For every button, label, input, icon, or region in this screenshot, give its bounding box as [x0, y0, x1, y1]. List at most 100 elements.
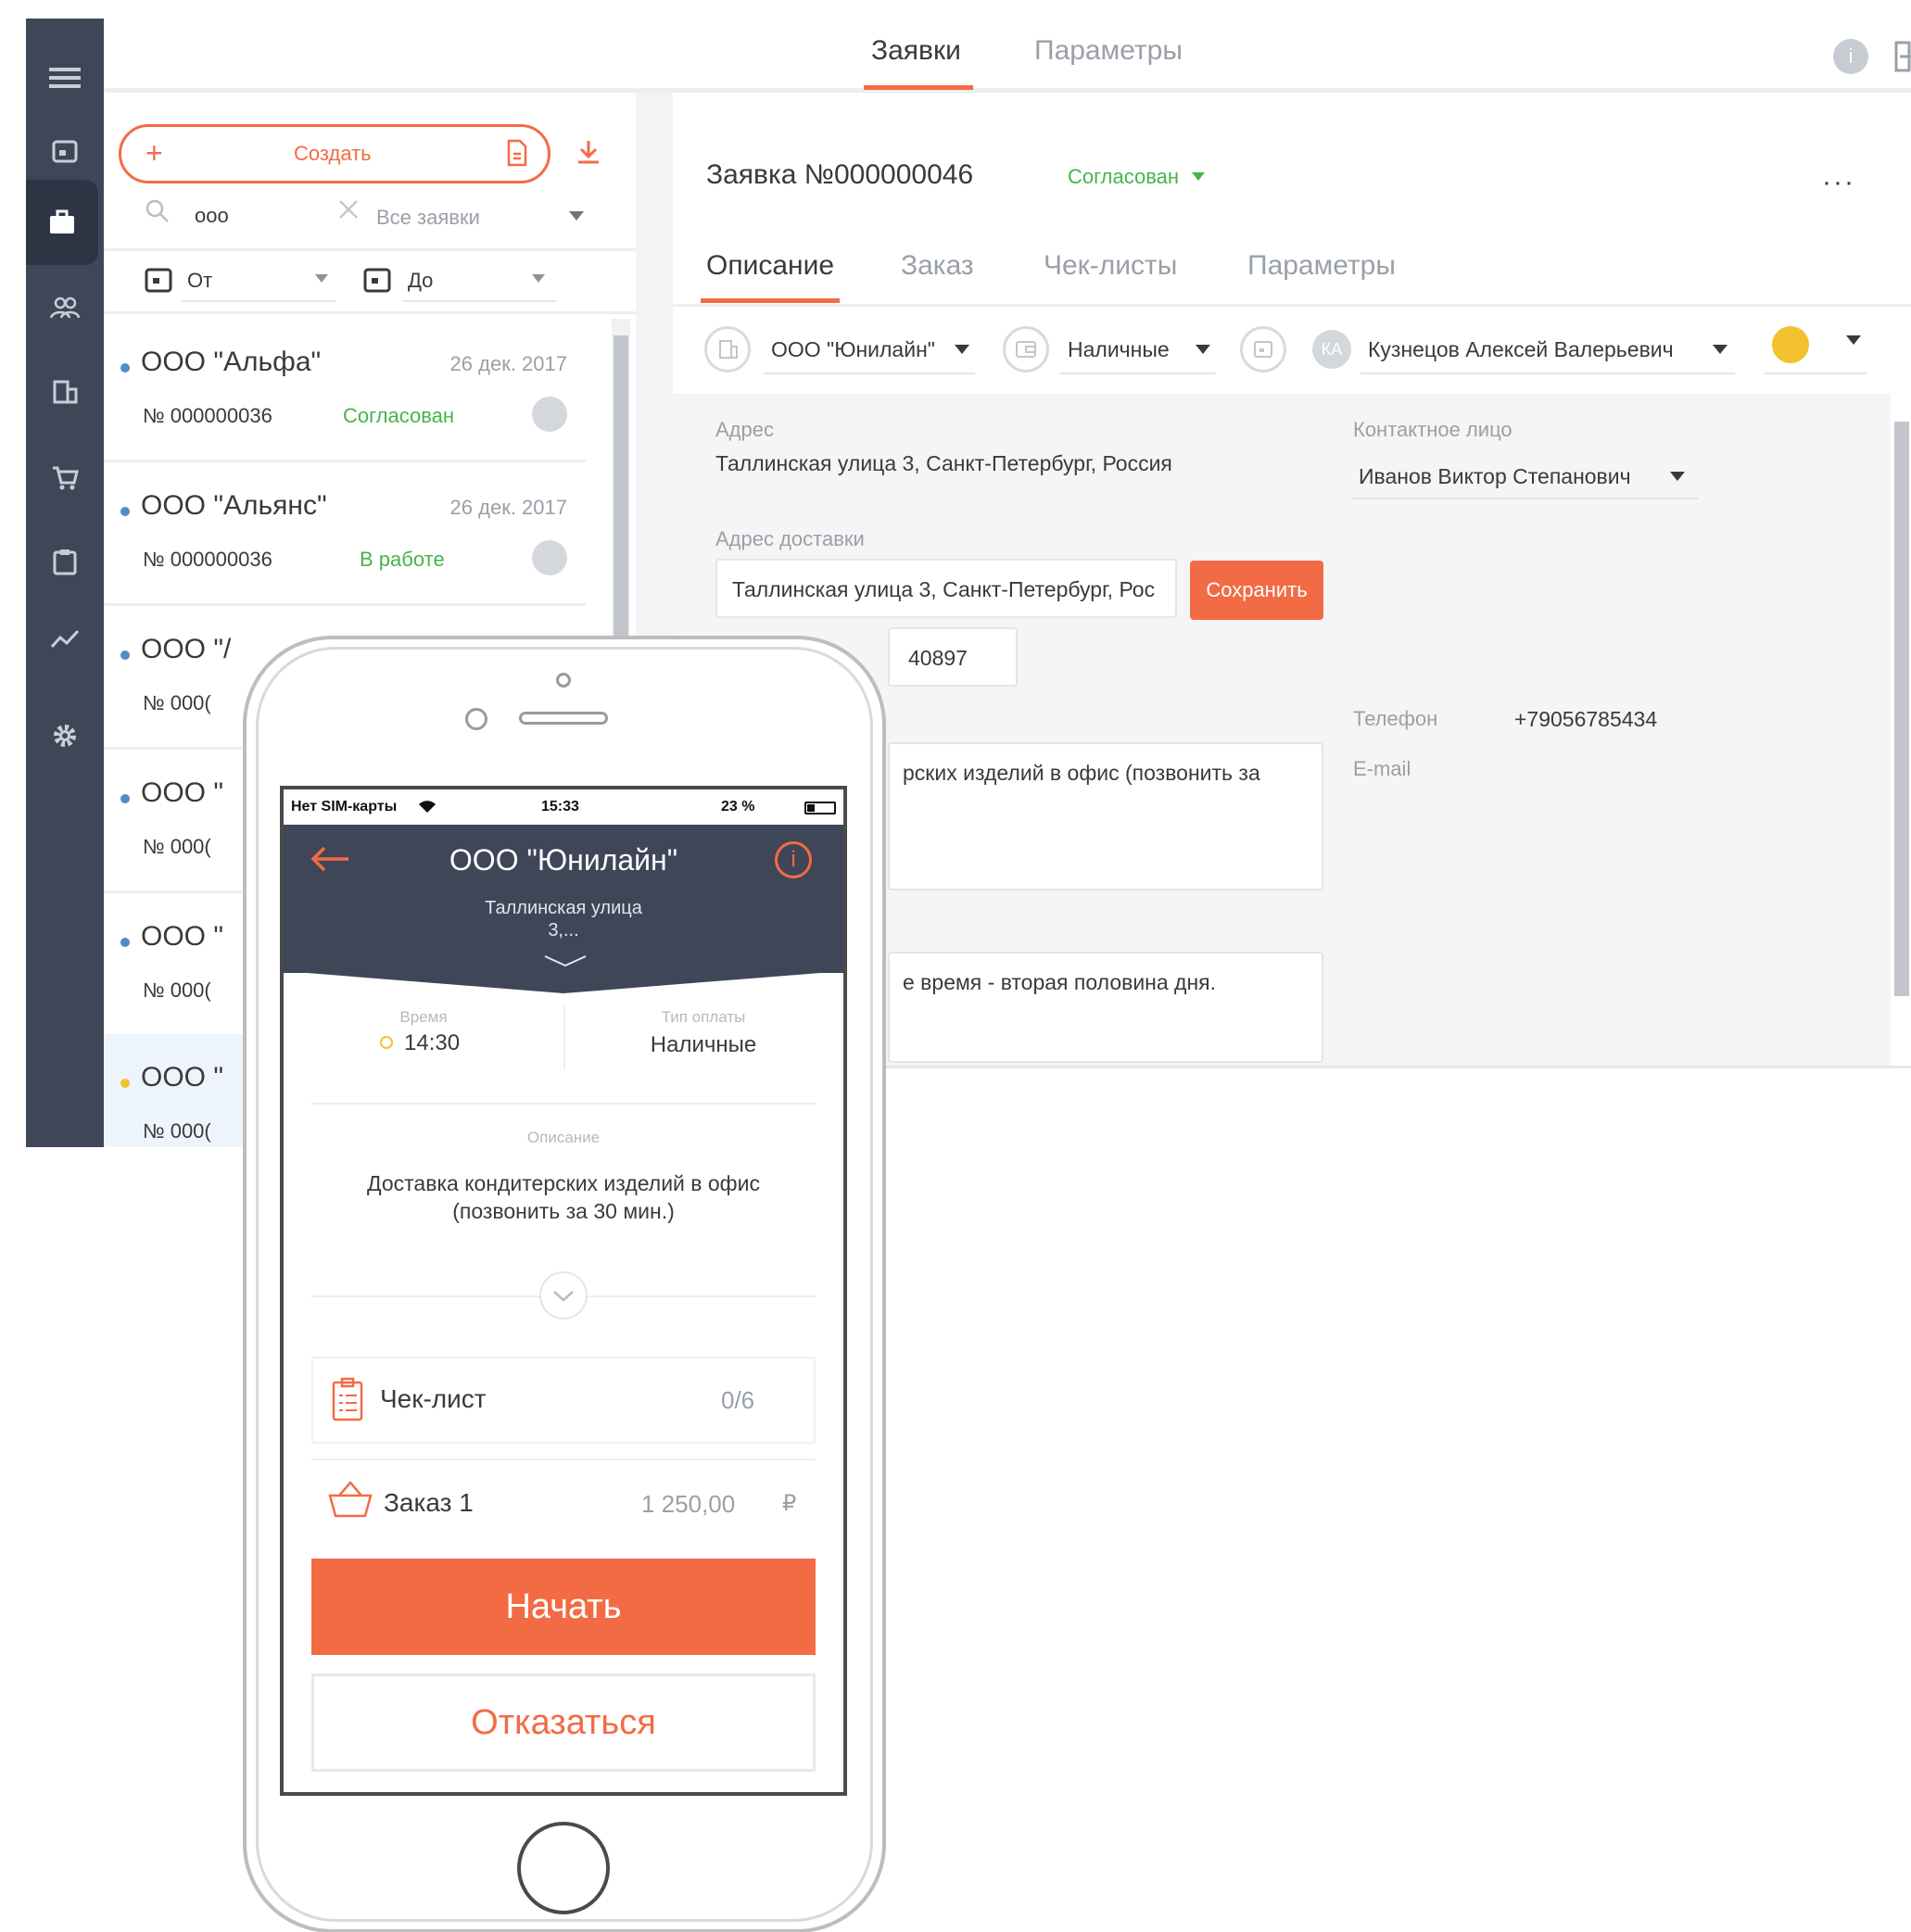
chevron-down-icon[interactable] — [1196, 345, 1210, 354]
tab-description[interactable]: Описание — [706, 250, 834, 282]
status-dot — [120, 1079, 130, 1088]
info-icon[interactable]: i — [775, 841, 812, 878]
calendar-from-icon[interactable] — [145, 265, 172, 293]
status-dot — [120, 507, 130, 516]
detail-scrollbar[interactable] — [1892, 394, 1911, 1066]
tab-checklists[interactable]: Чек-листы — [1044, 250, 1177, 282]
more-icon[interactable]: ··· — [1822, 167, 1855, 198]
calendar-icon[interactable] — [1240, 326, 1286, 373]
tab-parameters[interactable]: Параметры — [1247, 250, 1396, 282]
description-textarea[interactable]: рских изделий в офис (позвонить за — [888, 742, 1323, 890]
delivery-label: Адрес доставки — [715, 527, 865, 550]
building-icon[interactable] — [26, 358, 104, 424]
chevron-down-icon[interactable] — [569, 211, 584, 221]
filter-select[interactable]: Все заявки — [376, 206, 480, 230]
briefcase-icon[interactable] — [26, 180, 98, 265]
phone-title: ООО "Юнилайн" — [449, 843, 678, 877]
plus-icon: + — [146, 136, 163, 170]
item-number: № 000( — [143, 979, 211, 1002]
comment-textarea[interactable]: е время - вторая половина дня. — [888, 952, 1323, 1063]
chart-icon[interactable] — [26, 606, 104, 673]
chevron-down-icon[interactable] — [955, 345, 969, 354]
battery-icon — [804, 802, 836, 814]
scroll-thumb[interactable] — [1894, 422, 1909, 996]
status-dot — [120, 938, 130, 947]
menu-icon[interactable] — [26, 44, 104, 111]
wifi-icon — [419, 801, 436, 813]
create-button[interactable]: + Создать — [119, 124, 551, 183]
avatar — [532, 397, 567, 432]
item-status: В работе — [360, 548, 445, 571]
tab-parameters[interactable]: Параметры — [1034, 35, 1183, 67]
status-dot — [120, 363, 130, 373]
delivery-address-input[interactable]: Таллинская улица 3, Санкт-Петербург, Рос — [715, 559, 1177, 618]
assignee-select[interactable]: Кузнецов Алексей Валерьевич — [1368, 337, 1674, 362]
clock-dot-icon — [380, 1036, 393, 1049]
item-name: ООО "/ — [141, 634, 232, 664]
expand-button[interactable] — [539, 1271, 588, 1320]
number-input[interactable]: 40897 — [888, 627, 1018, 687]
chevron-down-icon[interactable] — [1670, 472, 1685, 481]
list-item[interactable]: ООО "Альфа" 26 дек. 2017 № 000000036 Сог… — [104, 319, 586, 462]
search-input[interactable]: ооо — [195, 204, 229, 228]
order-label: Заказ 1 — [384, 1488, 474, 1517]
chevron-down-icon[interactable] — [1713, 345, 1727, 354]
item-number: № 000( — [143, 691, 211, 714]
contact-select[interactable]: Иванов Виктор Степанович — [1359, 464, 1631, 489]
select-underline — [764, 373, 975, 374]
description-value: Доставка кондитерских изделий в офис (по… — [367, 1171, 760, 1223]
item-number: № 000( — [143, 1119, 211, 1143]
users-icon[interactable] — [26, 274, 104, 341]
email-label: E-mail — [1353, 757, 1411, 780]
calendar-icon[interactable] — [26, 117, 104, 183]
select-underline — [1060, 373, 1216, 374]
contact-label: Контактное лицо — [1353, 418, 1512, 441]
color-marker[interactable] — [1772, 326, 1809, 363]
company-select[interactable]: ООО "Юнилайн" — [771, 337, 935, 362]
clear-icon[interactable] — [337, 198, 360, 221]
header-wedge — [284, 971, 843, 995]
chevron-down-icon[interactable] — [543, 954, 588, 967]
gear-icon[interactable] — [26, 702, 104, 769]
status-select[interactable]: Согласован — [1068, 165, 1179, 189]
calendar-to-icon[interactable] — [363, 265, 391, 293]
tab-order[interactable]: Заказ — [901, 250, 974, 282]
order-row[interactable]: Заказ 1 1 250,00 ₽ — [311, 1458, 816, 1534]
item-name: ООО " — [141, 1062, 223, 1092]
avatar — [532, 540, 567, 575]
decline-button[interactable]: Отказаться — [311, 1673, 816, 1772]
logout-icon[interactable] — [1894, 41, 1911, 72]
time-label: Время — [399, 1008, 448, 1026]
home-button[interactable] — [517, 1822, 610, 1914]
description-value: рских изделий в офис (позвонить за — [903, 761, 1260, 785]
document-icon — [507, 139, 527, 167]
assignee-avatar: КА — [1312, 330, 1351, 369]
info-icon[interactable]: i — [1833, 39, 1868, 74]
start-button[interactable]: Начать — [311, 1559, 816, 1655]
clipboard-icon[interactable] — [26, 528, 104, 595]
order-amount: 1 250,00 — [641, 1490, 736, 1518]
chevron-down-icon[interactable] — [1192, 172, 1205, 181]
chevron-down-icon[interactable] — [532, 274, 545, 283]
cart-icon[interactable] — [26, 445, 104, 511]
chevron-down-icon[interactable] — [1846, 335, 1861, 345]
active-tab-indicator — [701, 298, 840, 303]
item-name: ООО " — [141, 921, 223, 952]
item-name: ООО " — [141, 777, 223, 808]
active-tab-indicator — [864, 85, 973, 90]
save-button[interactable]: Сохранить — [1190, 561, 1323, 620]
date-from-field[interactable]: От — [187, 269, 212, 293]
phone-screen: Нет SIM-карты 15:33 23 % ООО "Юнилайн" i… — [280, 786, 847, 1796]
tab-requests[interactable]: Заявки — [871, 35, 961, 67]
chevron-down-icon[interactable] — [315, 274, 328, 283]
payment-select[interactable]: Наличные — [1068, 337, 1170, 362]
status-carrier: Нет SIM-карты — [291, 799, 398, 814]
battery-fill — [807, 804, 815, 812]
payment-label: Тип оплаты — [661, 1008, 746, 1026]
checklist-row[interactable]: Чек-лист 0/6 — [311, 1357, 816, 1444]
download-icon[interactable] — [576, 139, 601, 165]
list-item[interactable]: ООО "Альянс" 26 дек. 2017 № 000000036 В … — [104, 462, 586, 606]
date-to-field[interactable]: До — [408, 269, 433, 293]
company-icon — [704, 326, 751, 373]
scroll-thumb[interactable] — [614, 335, 628, 641]
